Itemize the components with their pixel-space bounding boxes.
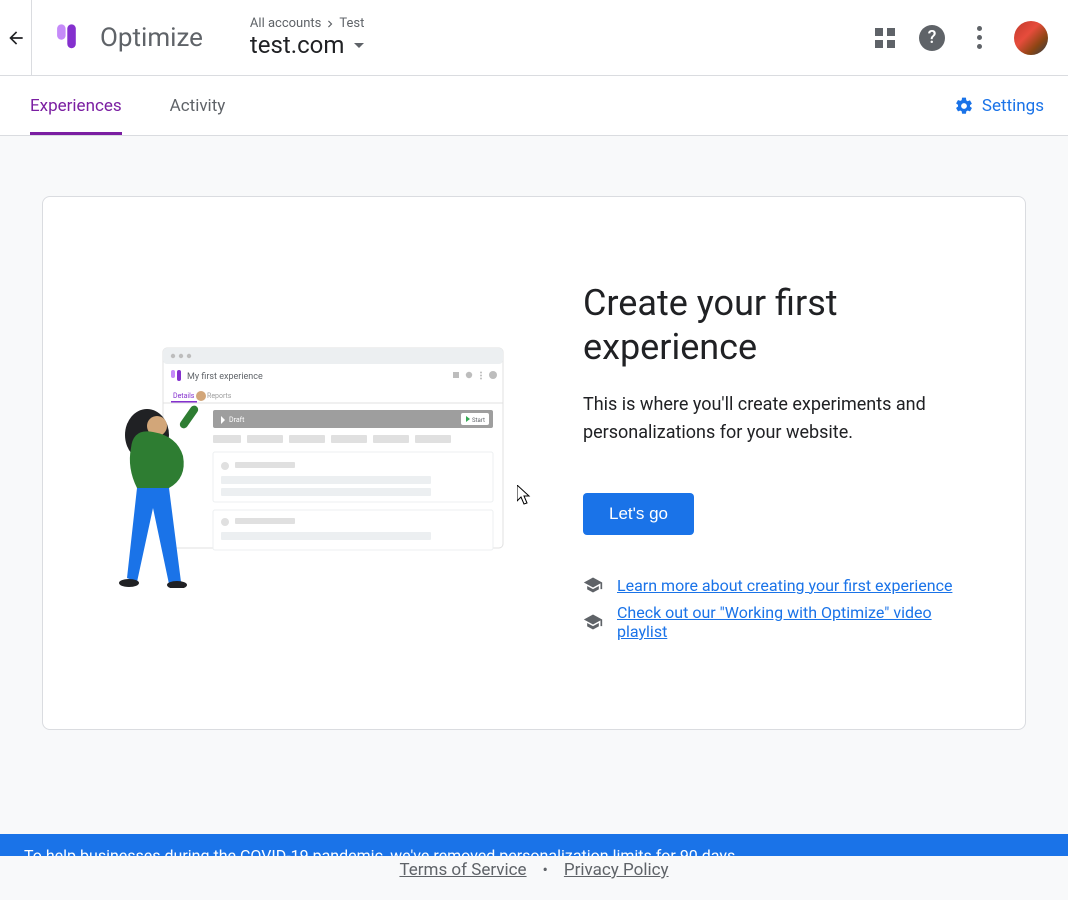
tab-experiences[interactable]: Experiences <box>20 76 132 135</box>
breadcrumb-path[interactable]: All accounts Test <box>250 16 875 31</box>
more-button[interactable] <box>969 22 990 53</box>
avatar[interactable] <box>1014 21 1048 55</box>
footer: Terms of Service • Privacy Policy <box>42 730 1026 900</box>
svg-text:Draft: Draft <box>229 416 245 424</box>
onboarding-content: Create your first experience This is whe… <box>583 277 975 649</box>
svg-text:My first experience: My first experience <box>187 372 263 382</box>
onboarding-description: This is where you'll create experiments … <box>583 391 975 447</box>
privacy-link[interactable]: Privacy Policy <box>564 860 669 880</box>
breadcrumb-parent: All accounts <box>250 16 321 31</box>
chevron-right-icon <box>323 17 337 31</box>
help-button[interactable]: ? <box>919 25 945 51</box>
tabs-bar: Experiences Activity Settings <box>0 76 1068 136</box>
onboarding-illustration: My first experience Details Reports Draf… <box>93 277 533 649</box>
arrow-left-icon <box>6 28 26 48</box>
banner-text: To help businesses during the COVID-19 p… <box>24 846 739 856</box>
settings-link[interactable]: Settings <box>954 96 1044 116</box>
help-icon: ? <box>919 25 945 51</box>
gear-icon <box>954 96 974 116</box>
learn-row-2: Check out our "Working with Optimize" vi… <box>583 603 975 641</box>
optimize-logo-icon <box>52 21 86 55</box>
apps-button[interactable] <box>875 28 895 48</box>
container-selector[interactable]: test.com <box>250 31 875 59</box>
lets-go-button[interactable]: Let's go <box>583 493 694 535</box>
terms-link[interactable]: Terms of Service <box>399 860 526 880</box>
main: My first experience Details Reports Draf… <box>0 136 1068 900</box>
learn-row-1: Learn more about creating your first exp… <box>583 575 975 595</box>
tab-activity[interactable]: Activity <box>160 76 236 135</box>
container-name: test.com <box>250 31 344 59</box>
product-name: Optimize <box>100 23 203 53</box>
breadcrumb-child: Test <box>339 16 364 31</box>
settings-label: Settings <box>982 96 1044 116</box>
svg-text:Details: Details <box>173 392 195 400</box>
apps-grid-icon <box>875 28 895 48</box>
graduation-cap-icon <box>583 612 603 632</box>
back-button[interactable] <box>0 0 32 75</box>
caret-down-icon <box>354 43 364 48</box>
onboarding-title: Create your first experience <box>583 281 975 369</box>
video-playlist-link[interactable]: Check out our "Working with Optimize" vi… <box>617 603 975 641</box>
graduation-cap-icon <box>583 575 603 595</box>
learn-more-link[interactable]: Learn more about creating your first exp… <box>617 576 952 595</box>
onboarding-card: My first experience Details Reports Draf… <box>42 196 1026 730</box>
footer-separator: • <box>543 860 548 879</box>
covid-banner: To help businesses during the COVID-19 p… <box>0 834 1068 856</box>
header-actions: ? <box>875 21 1048 55</box>
breadcrumb-area: All accounts Test test.com <box>226 16 875 59</box>
svg-text:Start: Start <box>472 417 485 424</box>
app-header: Optimize All accounts Test test.com ? <box>0 0 1068 76</box>
more-vert-icon <box>969 22 990 53</box>
tabs: Experiences Activity <box>0 76 954 135</box>
svg-text:Reports: Reports <box>207 392 232 400</box>
logo-area: Optimize <box>32 0 226 75</box>
